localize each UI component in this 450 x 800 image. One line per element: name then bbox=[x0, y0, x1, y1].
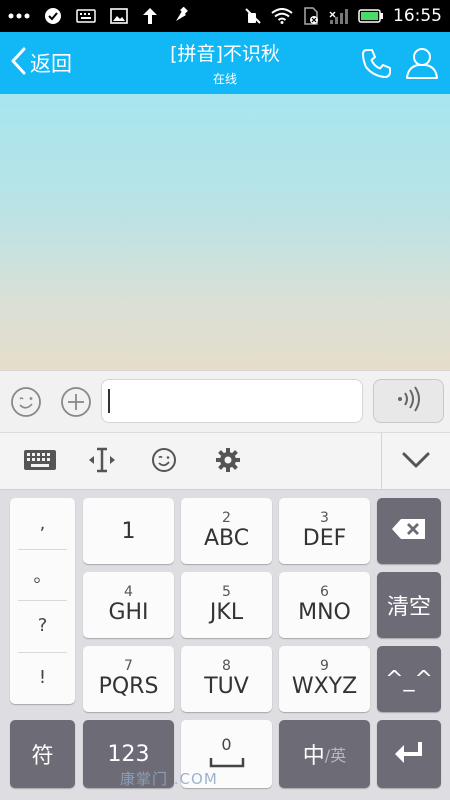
text-cursor-icon bbox=[86, 446, 118, 478]
lang-main-label: 中 bbox=[302, 744, 325, 769]
backspace-icon bbox=[391, 518, 427, 544]
key-9-wxyz[interactable]: 9 WXYZ bbox=[279, 646, 370, 712]
backspace-key[interactable] bbox=[377, 498, 441, 564]
message-input[interactable] bbox=[101, 379, 363, 423]
emoji-button[interactable] bbox=[9, 385, 43, 419]
language-switch-key[interactable]: 中 /英 bbox=[279, 720, 370, 788]
key-number: 7 bbox=[124, 658, 133, 674]
voice-button[interactable] bbox=[373, 379, 444, 423]
emoticon-label: ^_^ bbox=[385, 666, 433, 692]
key-number: 9 bbox=[320, 658, 329, 674]
chevron-down-icon bbox=[401, 450, 431, 474]
key-letters: PQRS bbox=[98, 674, 159, 699]
ime-settings-button[interactable] bbox=[210, 445, 246, 479]
punct-exclaim-key[interactable]: ! bbox=[10, 652, 75, 703]
keyboard-icon bbox=[76, 9, 96, 23]
punct-question-key[interactable]: ? bbox=[10, 600, 75, 651]
watermark: 康掌门 .COM bbox=[120, 770, 218, 788]
key-label: 1 bbox=[121, 518, 136, 544]
keyboard-switch-button[interactable] bbox=[22, 445, 58, 479]
phone-icon bbox=[360, 49, 394, 84]
key-5-jkl[interactable]: 5 JKL bbox=[181, 572, 272, 638]
key-4-ghi[interactable]: 4 GHI bbox=[83, 572, 174, 638]
status-bar: 16:55 bbox=[0, 0, 450, 32]
punctuation-column: , 。 ? ! bbox=[10, 498, 75, 704]
cursor-edit-button[interactable] bbox=[84, 445, 120, 479]
pin-icon bbox=[172, 7, 190, 25]
key-letters: MNO bbox=[298, 600, 351, 625]
back-label: 返回 bbox=[30, 52, 72, 76]
punct-period-key[interactable]: 。 bbox=[10, 549, 75, 600]
enter-key[interactable] bbox=[377, 720, 441, 788]
ime-toolbar bbox=[0, 432, 450, 491]
key-number: 2 bbox=[222, 510, 231, 526]
key-number: 5 bbox=[222, 584, 231, 600]
check-circle-icon bbox=[44, 7, 62, 25]
clock: 16:55 bbox=[393, 6, 442, 26]
hide-keyboard-button[interactable] bbox=[398, 445, 434, 479]
user-icon bbox=[404, 48, 440, 84]
more-dots-icon bbox=[8, 13, 30, 19]
mute-icon bbox=[244, 7, 262, 25]
back-button[interactable]: 返回 bbox=[10, 32, 72, 94]
key-3-def[interactable]: 3 DEF bbox=[279, 498, 370, 564]
key-letters: TUV bbox=[204, 674, 249, 699]
chat-message-area[interactable] bbox=[0, 94, 450, 370]
ime-emoji-button[interactable] bbox=[146, 445, 182, 479]
call-button[interactable] bbox=[360, 46, 394, 80]
message-input-bar bbox=[0, 370, 450, 432]
key-6-mno[interactable]: 6 MNO bbox=[279, 572, 370, 638]
key-letters: JKL bbox=[209, 600, 244, 625]
online-status: 在线 bbox=[212, 72, 237, 86]
chevron-left-icon bbox=[10, 47, 26, 79]
toolbar-divider bbox=[381, 433, 382, 491]
plus-icon bbox=[59, 387, 93, 423]
text-cursor bbox=[108, 389, 110, 413]
gear-icon bbox=[214, 446, 242, 478]
key-number: 4 bbox=[124, 584, 133, 600]
key-letters: ABC bbox=[203, 526, 250, 551]
key-1[interactable]: 1 bbox=[83, 498, 174, 564]
image-icon bbox=[110, 8, 128, 24]
chat-header: 返回 [拼音]不识秋 在线 bbox=[0, 32, 450, 94]
chat-title: [拼音]不识秋 bbox=[170, 43, 280, 65]
clear-label: 清空 bbox=[386, 595, 431, 620]
key-letters: WXYZ bbox=[291, 674, 358, 699]
signal-icon bbox=[329, 8, 349, 24]
smiley-icon bbox=[9, 387, 43, 423]
symbol-key[interactable]: 符 bbox=[10, 720, 75, 788]
key-2-abc[interactable]: 2 ABC bbox=[181, 498, 272, 564]
key-letters: GHI bbox=[108, 600, 149, 625]
numeric-switch-label: 123 bbox=[107, 741, 150, 767]
enter-arrow-icon bbox=[392, 739, 426, 769]
key-number: 0 bbox=[221, 734, 232, 754]
t9-keyboard: , 。 ? ! 1 2 ABC 3 DEF 4 GHI 5 JKL 6 MNO … bbox=[0, 490, 450, 800]
punct-comma-key[interactable]: , bbox=[10, 498, 75, 549]
lang-alt-label: /英 bbox=[324, 746, 347, 765]
smiley-icon bbox=[150, 446, 178, 478]
keyboard-icon bbox=[23, 449, 57, 475]
key-number: 8 bbox=[222, 658, 231, 674]
emoticon-key[interactable]: ^_^ bbox=[377, 646, 441, 712]
battery-icon bbox=[358, 9, 384, 23]
wifi-icon bbox=[271, 8, 293, 24]
symbol-label: 符 bbox=[31, 744, 54, 769]
key-number: 6 bbox=[320, 584, 329, 600]
key-8-tuv[interactable]: 8 TUV bbox=[181, 646, 272, 712]
profile-button[interactable] bbox=[404, 46, 440, 80]
key-letters: DEF bbox=[302, 526, 347, 551]
key-number: 3 bbox=[320, 510, 329, 526]
clear-key[interactable]: 清空 bbox=[377, 572, 441, 638]
sound-waves-icon bbox=[395, 386, 423, 416]
sim-icon bbox=[302, 7, 320, 25]
upload-arrow-icon bbox=[142, 7, 158, 25]
key-7-pqrs[interactable]: 7 PQRS bbox=[83, 646, 174, 712]
more-actions-button[interactable] bbox=[59, 385, 93, 419]
